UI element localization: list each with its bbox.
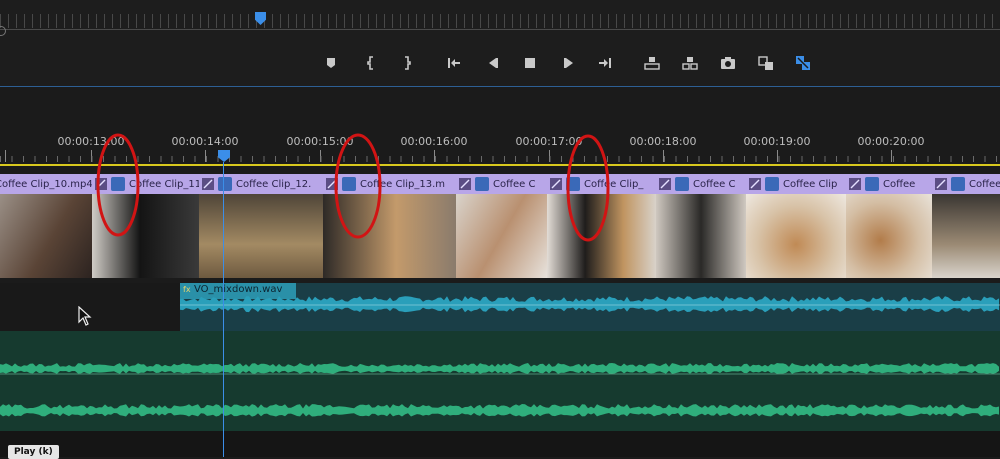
- music-waveform: [0, 363, 1000, 417]
- clip-thumbnail: [199, 194, 323, 278]
- mini-ruler-line: [0, 29, 1000, 30]
- step-forward-icon[interactable]: [558, 52, 580, 74]
- video-clip[interactable]: Coffee Clip: [746, 174, 847, 278]
- video-clip[interactable]: Coffee: [932, 174, 1000, 278]
- timecode-label: 00:00:14:00: [171, 135, 239, 148]
- clip-link-icon: [566, 177, 580, 191]
- timecode-label: 00:00:15:00: [286, 135, 354, 148]
- timecode-label: 00:00:17:00: [515, 135, 583, 148]
- timeline-time-ruler[interactable]: 00:00:13:00 00:00:14:00 00:00:15:00 00:0…: [0, 130, 1000, 165]
- clip-name: Coffee Clip_10.mp4: [0, 178, 92, 190]
- clip-header: Coffee Clip_: [547, 174, 656, 194]
- ruler-minor-ticks: [0, 156, 1000, 162]
- mark-out-icon[interactable]: [396, 52, 418, 74]
- clip-name: Coffee C: [693, 178, 736, 190]
- video-track-v1: Coffee Clip_10.mp4 Coffee Clip_11. Coffe…: [0, 174, 1000, 278]
- clip-link-icon: [111, 177, 125, 191]
- video-clip[interactable]: Coffee C: [656, 174, 747, 278]
- video-clip[interactable]: Coffee Clip_12.: [199, 174, 324, 278]
- timecode-label: 00:00:19:00: [743, 135, 811, 148]
- fx-badge-icon: [659, 178, 671, 190]
- mini-ruler-start-dot: [0, 26, 6, 36]
- clip-thumbnail: [746, 194, 846, 278]
- go-to-out-icon[interactable]: [594, 52, 616, 74]
- audio-clip-vo[interactable]: fx VO_mixdown.wav: [180, 283, 1000, 331]
- video-clip[interactable]: Coffee C: [456, 174, 548, 278]
- clip-name: Coffee Clip_11.: [129, 178, 199, 190]
- fx-badge-icon: [935, 178, 947, 190]
- clip-name: Coffee Clip_12.: [236, 178, 312, 190]
- clip-thumbnail: [656, 194, 746, 278]
- work-area-bar[interactable]: [0, 164, 1000, 166]
- video-clip[interactable]: Coffee Clip_: [547, 174, 657, 278]
- extract-icon[interactable]: [679, 52, 701, 74]
- clip-thumbnail: [547, 194, 656, 278]
- source-mini-ruler[interactable]: [0, 0, 1000, 42]
- mark-in-icon[interactable]: [360, 52, 382, 74]
- clip-thumbnail: [0, 194, 92, 278]
- settings-toggle-icon[interactable]: [792, 52, 814, 74]
- video-clip[interactable]: Coffee Clip_11.: [92, 174, 200, 278]
- clip-header: Coffee Clip_11.: [92, 174, 199, 194]
- clip-header: Coffee Clip_12.: [199, 174, 323, 194]
- clip-link-icon: [951, 177, 965, 191]
- clip-header: Coffee: [846, 174, 932, 194]
- clip-link-icon: [342, 177, 356, 191]
- clip-name: Coffee: [969, 178, 1000, 190]
- timeline-header-area: [0, 87, 1000, 130]
- clip-link-icon: [475, 177, 489, 191]
- audio-track-a1: fx VO_mixdown.wav: [0, 283, 1000, 331]
- playhead-line: [223, 162, 224, 457]
- clip-header: Coffee C: [656, 174, 746, 194]
- fx-badge-icon: [849, 178, 861, 190]
- clip-thumbnail: [456, 194, 547, 278]
- fx-badge-icon: [202, 178, 214, 190]
- go-to-in-icon[interactable]: [443, 52, 465, 74]
- video-clip[interactable]: Coffee Clip_13.m: [323, 174, 457, 278]
- clip-name: Coffee C: [493, 178, 536, 190]
- clip-name: Coffee Clip_13.m: [360, 178, 446, 190]
- lift-icon[interactable]: [641, 52, 663, 74]
- timecode-label: 00:00:13:00: [57, 135, 125, 148]
- mini-ruler-ticks: [0, 14, 1000, 28]
- clip-link-icon: [675, 177, 689, 191]
- clip-header: Coffee Clip: [746, 174, 846, 194]
- clip-link-icon: [865, 177, 879, 191]
- clip-thumbnail: [323, 194, 456, 278]
- mouse-cursor-icon: [78, 306, 92, 326]
- transport-controls: [0, 42, 1000, 86]
- clip-name: Coffee Clip_: [584, 178, 644, 190]
- video-clip[interactable]: Coffee: [846, 174, 933, 278]
- compare-view-icon[interactable]: [755, 52, 777, 74]
- timecode-label: 00:00:16:00: [400, 135, 468, 148]
- clip-header: Coffee C: [456, 174, 547, 194]
- clip-name: Coffee Clip: [783, 178, 838, 190]
- fx-badge-icon: [749, 178, 761, 190]
- clip-header: Coffee Clip_10.mp4: [0, 174, 92, 194]
- fx-badge-icon: [95, 178, 107, 190]
- clip-link-icon: [218, 177, 232, 191]
- vo-waveform: [180, 296, 1000, 313]
- clip-link-icon: [765, 177, 779, 191]
- video-clip[interactable]: Coffee Clip_10.mp4: [0, 174, 93, 278]
- clip-name: Coffee: [883, 178, 916, 190]
- fx-badge-icon: [326, 178, 338, 190]
- timecode-label: 00:00:20:00: [857, 135, 925, 148]
- add-marker-icon[interactable]: [320, 52, 342, 74]
- stop-icon[interactable]: [519, 52, 541, 74]
- fx-badge-icon: [459, 178, 471, 190]
- timeline-bottom-bar: [0, 431, 1000, 457]
- audio-track-a2[interactable]: [0, 331, 1000, 431]
- clip-header: Coffee: [932, 174, 1000, 194]
- clip-thumbnail: [932, 194, 1000, 278]
- clip-thumbnail: [92, 194, 199, 278]
- fx-badge-icon: [550, 178, 562, 190]
- step-back-icon[interactable]: [482, 52, 504, 74]
- export-frame-icon[interactable]: [717, 52, 739, 74]
- clip-header: Coffee Clip_13.m: [323, 174, 456, 194]
- timecode-label: 00:00:18:00: [629, 135, 697, 148]
- clip-thumbnail: [846, 194, 932, 278]
